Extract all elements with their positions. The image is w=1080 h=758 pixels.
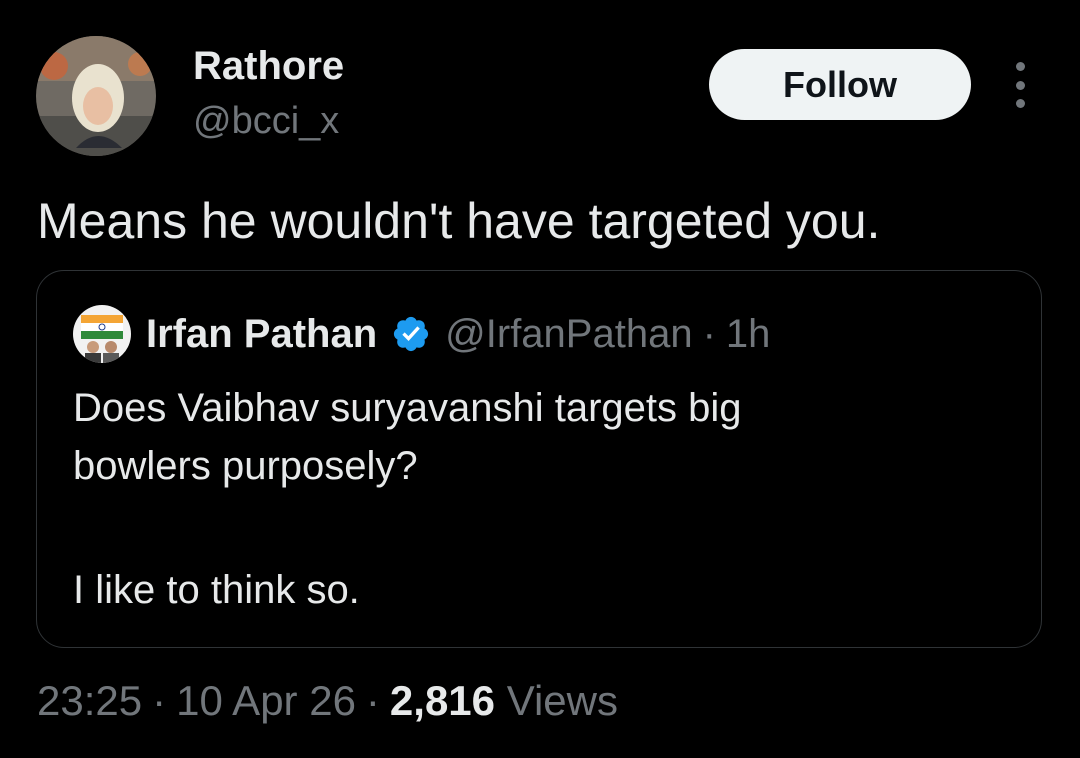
meta-separator: · (365, 677, 380, 724)
quote-header: Irfan Pathan @IrfanPathan · 1h (146, 307, 770, 361)
views-count: 2,816 (389, 677, 496, 724)
quote-author-handle[interactable]: @IrfanPathan (445, 312, 692, 357)
more-options-icon[interactable] (1000, 62, 1040, 108)
quote-line: Does Vaibhav suryavanshi targets big (73, 386, 742, 430)
tweet-date[interactable]: 10 Apr 26 (176, 677, 356, 724)
tweet-meta: 23:25 · 10 Apr 26 · 2,816 Views (37, 676, 618, 726)
author-display-name[interactable]: Rathore (193, 42, 344, 90)
quote-author-name[interactable]: Irfan Pathan (146, 312, 377, 357)
author-avatar[interactable] (36, 36, 156, 156)
more-dot (1015, 62, 1025, 71)
more-dot (1015, 99, 1025, 108)
quote-avatar-photo (73, 305, 131, 363)
more-dot (1015, 80, 1025, 90)
views-label: Views (506, 677, 618, 724)
avatar-photo (36, 36, 156, 156)
author-handle[interactable]: @bcci_x (193, 98, 339, 144)
follow-button[interactable]: Follow (709, 49, 971, 120)
verified-badge-icon[interactable] (391, 314, 431, 354)
tweet-text: Means he wouldn't have targeted you. (37, 193, 881, 249)
meta-separator: · (152, 677, 167, 724)
quoted-tweet-card[interactable]: Irfan Pathan @IrfanPathan · 1h Does Vaib… (36, 270, 1042, 648)
quote-timestamp[interactable]: 1h (726, 312, 771, 357)
quote-text: Does Vaibhav suryavanshi targets big bow… (73, 379, 993, 619)
quote-author-avatar[interactable] (73, 305, 131, 363)
quote-line: bowlers purposely? (73, 444, 418, 488)
tweet-time[interactable]: 23:25 (37, 677, 142, 724)
quote-line: I like to think so. (73, 568, 360, 612)
quote-separator: · (702, 311, 716, 356)
